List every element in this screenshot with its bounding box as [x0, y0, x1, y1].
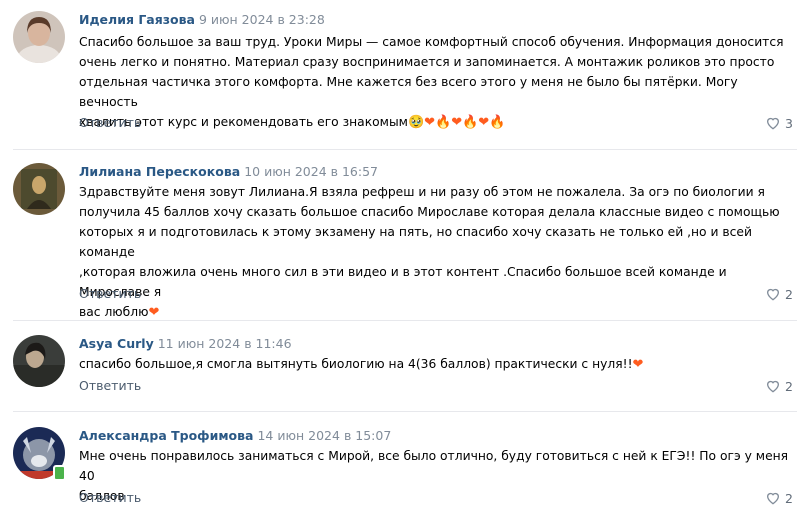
- emoji-group: ❤: [148, 305, 160, 320]
- heart-outline-icon: [767, 288, 780, 301]
- comment-text: Здравствуйте меня зовут Лилиана.Я взяла …: [79, 182, 799, 322]
- online-mobile-icon: [53, 465, 66, 481]
- like-button[interactable]: 3: [765, 115, 793, 131]
- comment-date[interactable]: 9 июн 2024 в 23:28: [199, 12, 325, 27]
- emoji-group: ❤: [632, 357, 644, 372]
- comment-date[interactable]: 11 июн 2024 в 11:46: [158, 336, 292, 351]
- emoji-group: 🥹❤🔥❤🔥❤🔥: [407, 115, 506, 130]
- like-button[interactable]: 2: [765, 490, 793, 506]
- divider: [13, 320, 797, 321]
- comment-text-body: Здравствуйте меня зовут Лилиана.Я взяла …: [79, 185, 780, 319]
- like-count: 3: [785, 115, 793, 131]
- author-link[interactable]: Asya Curly: [79, 336, 154, 351]
- avatar[interactable]: [13, 11, 65, 63]
- comment-date[interactable]: 14 июн 2024 в 15:07: [257, 428, 391, 443]
- heart-outline-icon: [767, 117, 780, 130]
- comment-header: Иделия Гаязова 9 июн 2024 в 23:28: [79, 11, 325, 28]
- author-link[interactable]: Иделия Гаязова: [79, 12, 195, 27]
- reply-button[interactable]: Ответить: [79, 115, 141, 131]
- divider: [13, 149, 797, 150]
- like-button[interactable]: 2: [765, 378, 793, 394]
- like-count: 2: [785, 378, 793, 394]
- comment-text-body: спасибо большое,я смогла вытянуть биолог…: [79, 357, 633, 371]
- reply-button[interactable]: Ответить: [79, 378, 141, 394]
- heart-outline-icon: [767, 492, 780, 505]
- comment-header: Александра Трофимова 14 июн 2024 в 15:07: [79, 427, 391, 444]
- comment-header: Asya Curly 11 июн 2024 в 11:46: [79, 335, 292, 352]
- comment-date[interactable]: 10 июн 2024 в 16:57: [244, 164, 378, 179]
- reply-button[interactable]: Ответить: [79, 490, 141, 506]
- avatar[interactable]: [13, 335, 65, 387]
- heart-outline-icon: [767, 380, 780, 393]
- author-link[interactable]: Александра Трофимова: [79, 428, 253, 443]
- like-count: 2: [785, 286, 793, 302]
- comment-header: Лилиана Перескокова 10 июн 2024 в 16:57: [79, 163, 378, 180]
- author-link[interactable]: Лилиана Перескокова: [79, 164, 240, 179]
- comment-text: спасибо большое,я смогла вытянуть биолог…: [79, 354, 799, 374]
- comment-text: Спасибо большое за ваш труд. Уроки Миры …: [79, 32, 799, 132]
- like-count: 2: [785, 490, 793, 506]
- divider: [13, 411, 797, 412]
- reply-button[interactable]: Ответить: [79, 286, 141, 302]
- avatar[interactable]: [13, 163, 65, 215]
- comment-text-body: Мне очень понравилось заниматься с Мирой…: [79, 449, 789, 503]
- like-button[interactable]: 2: [765, 286, 793, 302]
- comment-text: Мне очень понравилось заниматься с Мирой…: [79, 446, 799, 506]
